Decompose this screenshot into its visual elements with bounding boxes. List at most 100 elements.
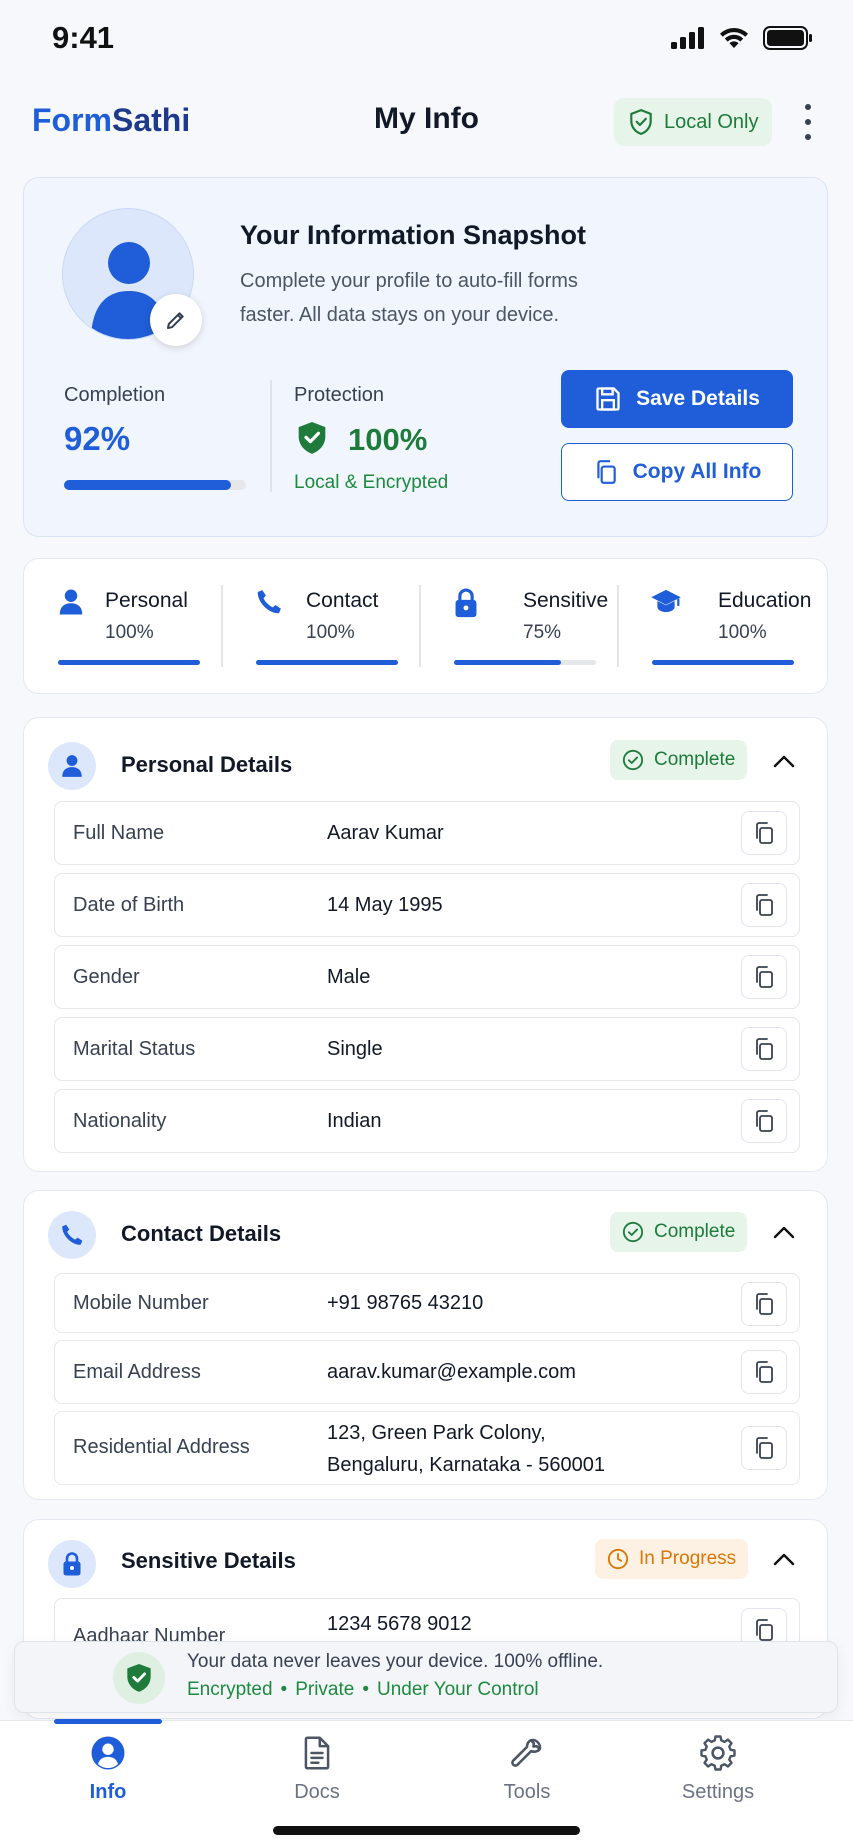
category-personal[interactable]: Personal 100% — [24, 559, 222, 695]
battery-icon — [763, 26, 812, 50]
wifi-icon — [720, 28, 748, 48]
address-line-1: 123, Green Park Colony, — [327, 1422, 546, 1444]
copy-field-button[interactable] — [741, 811, 787, 855]
collapse-contact-button[interactable] — [769, 1217, 799, 1247]
field-label: Mobile Number — [73, 1292, 209, 1314]
category-progress-bar — [652, 660, 794, 665]
copy-icon — [756, 1619, 773, 1641]
field-label: Date of Birth — [73, 894, 185, 916]
copy-all-info-label: Copy All Info — [632, 460, 762, 483]
pencil-icon — [167, 312, 184, 329]
sensitive-section-icon — [48, 1540, 96, 1588]
status-label: Complete — [654, 749, 736, 770]
save-details-button[interactable]: Save Details — [561, 370, 793, 428]
privacy-tag: Private — [295, 1679, 355, 1700]
home-indicator — [273, 1826, 580, 1835]
category-progress-bar — [454, 660, 596, 665]
active-tab-indicator — [54, 1719, 162, 1724]
cellular-signal-icon — [671, 27, 704, 49]
field-row-email-address: Email Address aarav.kumar@example.com — [54, 1340, 800, 1404]
nav-item-info[interactable]: Info — [48, 1735, 168, 1815]
copy-field-button[interactable] — [741, 883, 787, 927]
nav-item-docs[interactable]: Docs — [257, 1735, 377, 1815]
field-row-gender: Gender Male — [54, 945, 800, 1009]
section-title: Personal Details — [121, 752, 293, 777]
nav-item-settings[interactable]: Settings — [658, 1735, 778, 1815]
privacy-tag: Under Your Control — [377, 1679, 539, 1700]
collapse-sensitive-button[interactable] — [769, 1544, 799, 1574]
field-row-residential-address: Residential Address 123, Green Park Colo… — [54, 1411, 800, 1485]
snapshot-description: Complete your profile to auto-fill forms… — [240, 270, 578, 326]
user-circle-icon — [91, 1736, 125, 1770]
copy-icon — [756, 894, 773, 916]
copy-field-button[interactable] — [741, 1282, 787, 1326]
chevron-up-icon — [773, 1226, 795, 1239]
category-contact[interactable]: Contact 100% — [222, 559, 420, 695]
field-label: Gender — [73, 966, 140, 988]
dot-separator: • — [362, 1679, 369, 1700]
lock-icon — [455, 588, 477, 618]
field-label: Marital Status — [73, 1038, 196, 1060]
field-row-date-of-birth: Date of Birth 14 May 1995 — [54, 873, 800, 937]
contact-details-card: Contact Details Complete Mobile Number +… — [23, 1190, 828, 1500]
contact-section-icon — [48, 1211, 96, 1259]
copy-field-button[interactable] — [741, 955, 787, 999]
status-badge-complete: Complete — [610, 740, 748, 780]
field-value: 1234 5678 9012 — [327, 1613, 472, 1635]
field-label: Full Name — [73, 822, 165, 844]
copy-icon — [756, 1361, 773, 1383]
local-only-badge: Local Only — [614, 98, 772, 146]
check-circle-icon — [622, 1221, 644, 1243]
category-percent: 100% — [105, 622, 154, 643]
field-value: aarav.kumar@example.com — [327, 1361, 576, 1383]
edit-avatar-button[interactable] — [150, 294, 202, 346]
protection-label: Protection — [294, 384, 385, 406]
shield-check-icon — [630, 108, 652, 135]
status-label: In Progress — [639, 1548, 737, 1569]
copy-field-button[interactable] — [741, 1027, 787, 1071]
field-row-marital-status: Marital Status Single — [54, 1017, 800, 1081]
category-name: Education — [718, 589, 812, 612]
wrench-icon — [511, 1738, 542, 1767]
nav-label: Docs — [294, 1781, 340, 1803]
clock-icon — [607, 1548, 629, 1570]
privacy-shield-badge — [113, 1652, 165, 1704]
more-options-button[interactable] — [796, 104, 820, 140]
copy-icon — [756, 822, 773, 844]
field-label: Email Address — [73, 1361, 201, 1383]
category-sensitive[interactable]: Sensitive 75% — [420, 559, 618, 695]
privacy-tag: Encrypted — [187, 1679, 273, 1700]
field-row-full-name: Full Name Aarav Kumar — [54, 801, 800, 865]
snapshot-card: Your Information Snapshot Complete your … — [23, 177, 828, 537]
status-time: 9:41 — [52, 20, 115, 55]
kebab-dot — [805, 119, 811, 125]
nav-item-tools[interactable]: Tools — [467, 1735, 587, 1815]
copy-icon — [756, 1293, 773, 1315]
collapse-personal-button[interactable] — [769, 746, 799, 776]
category-percent: 75% — [523, 622, 562, 643]
category-education[interactable]: Education 100% — [618, 559, 816, 695]
nav-label: Info — [89, 1781, 127, 1803]
person-icon — [62, 755, 82, 777]
category-name: Contact — [306, 589, 379, 612]
copy-icon — [756, 966, 773, 988]
chevron-up-icon — [773, 755, 795, 768]
copy-all-info-button[interactable]: Copy All Info — [561, 443, 793, 501]
copy-field-button[interactable] — [741, 1099, 787, 1143]
section-title: Contact Details — [121, 1221, 282, 1246]
document-icon — [304, 1736, 330, 1770]
status-icons — [671, 26, 813, 50]
protection-value: 100% — [348, 422, 428, 457]
completion-progress-bar — [64, 480, 246, 490]
snapshot-title: Your Information Snapshot — [240, 220, 586, 250]
section-title: Sensitive Details — [121, 1548, 296, 1573]
copy-field-button[interactable] — [741, 1350, 787, 1394]
floppy-disk-icon — [596, 387, 620, 411]
copy-field-button[interactable] — [741, 1426, 787, 1470]
dot-separator: • — [280, 1679, 288, 1700]
protection-subtitle: Local & Encrypted — [294, 472, 449, 493]
stat-divider — [270, 380, 272, 492]
chevron-up-icon — [773, 1553, 795, 1566]
shield-check-filled-icon — [298, 422, 326, 454]
copy-icon — [756, 1437, 773, 1459]
